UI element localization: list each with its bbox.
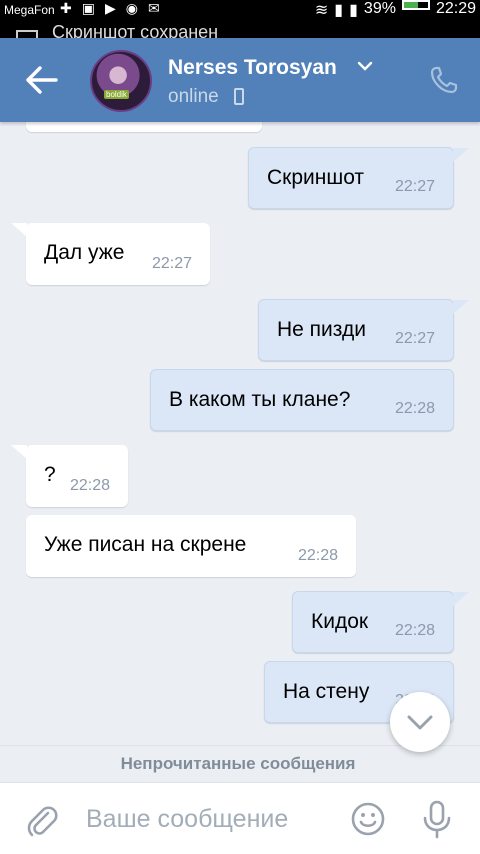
online-status: online bbox=[168, 86, 219, 107]
microphone-icon[interactable] bbox=[420, 799, 454, 839]
emoji-icon[interactable] bbox=[350, 801, 386, 837]
bubble-tail bbox=[453, 592, 469, 606]
chevron-down-icon bbox=[407, 715, 433, 730]
notification-preview: Скриншот сохранен bbox=[52, 22, 219, 38]
contact-name[interactable]: Nerses Torosyan bbox=[168, 56, 337, 80]
message-bubble[interactable]: В каком ты клане? 22:28 bbox=[150, 369, 454, 431]
add-icon: ✚ bbox=[60, 0, 72, 16]
paperclip-icon[interactable] bbox=[24, 803, 60, 839]
clock: 22:29 bbox=[435, 0, 476, 17]
message-text: В каком ты клане? bbox=[169, 388, 351, 411]
status-icons: ≋ ▮ ▮ 39% 22:29 bbox=[315, 0, 476, 19]
message-bubble-partial[interactable] bbox=[26, 122, 262, 132]
bubble-tail bbox=[453, 300, 469, 314]
video-icon: ▶ bbox=[104, 0, 116, 16]
bubble-tail bbox=[11, 223, 27, 237]
message-time: 22:28 bbox=[394, 622, 435, 639]
message-bubble[interactable]: Не пизди 22:27 bbox=[258, 299, 454, 361]
carrier-label: MegaFon bbox=[4, 3, 55, 17]
signal-icon-2: ▮ bbox=[349, 2, 358, 19]
message-bubble[interactable]: Кидок 22:28 bbox=[292, 591, 454, 653]
signal-icon: ▮ bbox=[334, 2, 344, 19]
message-bubble[interactable]: Дал уже 22:27 bbox=[26, 223, 210, 285]
message-time: 22:27 bbox=[151, 255, 192, 272]
battery-percent: 39% bbox=[363, 0, 396, 17]
message-text: Уже писан на скрене bbox=[44, 533, 247, 556]
phone-call-icon[interactable] bbox=[428, 64, 460, 96]
rss-icon: ◉ bbox=[125, 0, 138, 16]
message-bubble[interactable]: Уже писан на скрене 22:28 bbox=[26, 515, 356, 577]
message-list[interactable]: Скриншот 22:27 Дал уже 22:27 Не пизди 22… bbox=[0, 122, 480, 782]
message-bubble[interactable]: ? 22:28 bbox=[26, 445, 128, 507]
status-bar: MegaFon ✚ ▣ ▶ ◉ ✉ ≋ ▮ ▮ 39% 22:29 Скринш… bbox=[0, 0, 480, 38]
avatar-tag: boldik bbox=[104, 90, 129, 99]
image-icon: ▣ bbox=[81, 0, 95, 16]
message-text: Кидок bbox=[311, 610, 369, 633]
message-text: ? bbox=[44, 463, 56, 486]
chevron-down-icon[interactable] bbox=[356, 60, 374, 72]
back-arrow-icon[interactable] bbox=[22, 62, 62, 98]
message-text: Дал уже bbox=[44, 241, 125, 264]
battery-icon bbox=[401, 0, 430, 10]
mail-icon: ✉ bbox=[147, 0, 160, 16]
scroll-to-bottom-button[interactable] bbox=[390, 692, 450, 752]
message-time: 22:28 bbox=[69, 477, 110, 494]
message-text: Скриншот bbox=[267, 166, 365, 189]
chat-header: boldik Nerses Torosyan online bbox=[0, 38, 480, 122]
notification-icons: ✚ ▣ ▶ ◉ ✉ bbox=[60, 0, 160, 16]
composer bbox=[0, 782, 480, 854]
avatar[interactable]: boldik bbox=[90, 50, 152, 112]
message-text: Не пизди bbox=[277, 318, 366, 341]
message-time: 22:27 bbox=[394, 178, 435, 195]
message-time: 22:27 bbox=[394, 330, 435, 347]
unread-label: Непрочитанные сообщения bbox=[120, 754, 356, 773]
wifi-icon: ≋ bbox=[314, 2, 329, 19]
bubble-tail bbox=[453, 148, 469, 162]
message-bubble[interactable]: Скриншот 22:27 bbox=[248, 147, 454, 209]
message-time: 22:28 bbox=[297, 547, 338, 564]
bubble-tail bbox=[11, 445, 27, 459]
message-text: На стену bbox=[283, 680, 370, 703]
message-time: 22:28 bbox=[394, 400, 435, 417]
mobile-device-icon bbox=[234, 88, 244, 105]
message-input[interactable] bbox=[86, 797, 336, 841]
